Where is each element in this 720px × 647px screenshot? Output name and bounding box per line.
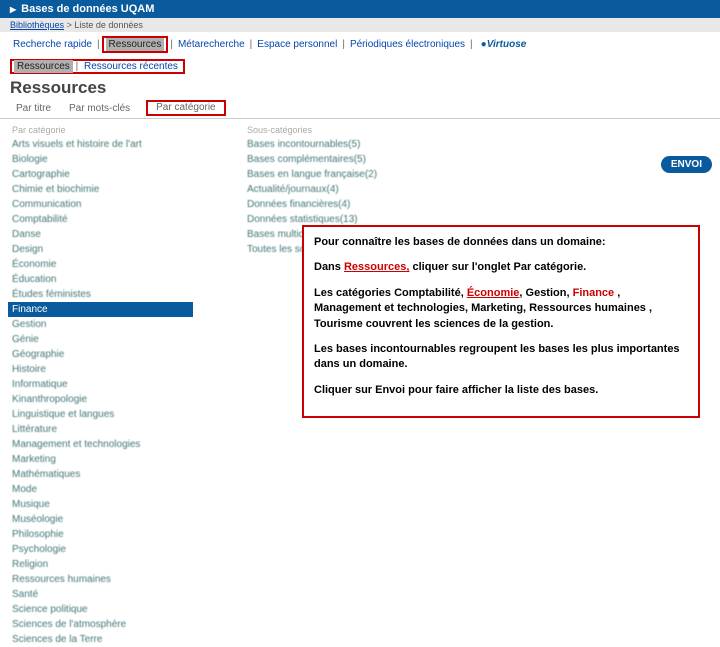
category-item[interactable]: Économie	[8, 257, 193, 272]
subcategory-item[interactable]: Bases incontournables(5)	[243, 137, 426, 152]
category-item[interactable]: Arts visuels et histoire de l'art	[8, 137, 193, 152]
category-item[interactable]: Comptabilité	[8, 212, 193, 227]
subtab-ressources[interactable]: Ressources	[14, 60, 73, 73]
category-item[interactable]: Sciences de la Terre	[8, 632, 193, 647]
category-item[interactable]: Communication	[8, 197, 193, 212]
category-item[interactable]: Psychologie	[8, 542, 193, 557]
breadcrumb-current: Liste de données	[74, 20, 143, 30]
category-item[interactable]: Marketing	[8, 452, 193, 467]
categories-column: Par catégorie Arts visuels et histoire d…	[8, 123, 193, 647]
tab-ressources[interactable]: Ressources	[106, 38, 165, 51]
category-item[interactable]: Chimie et biochimie	[8, 182, 193, 197]
category-item[interactable]: Finance	[8, 302, 193, 317]
subcategory-item[interactable]: Actualité/journaux(4)	[243, 182, 426, 197]
tab-espace[interactable]: Espace personnel	[254, 38, 340, 51]
category-item[interactable]: Cartographie	[8, 167, 193, 182]
category-item[interactable]: Ressources humaines	[8, 572, 193, 587]
subcategory-item[interactable]: Bases en langue française(2)	[243, 167, 426, 182]
category-item[interactable]: Religion	[8, 557, 193, 572]
category-item[interactable]: Design	[8, 242, 193, 257]
view-tabs: Par titre Par mots-clés Par catégorie	[0, 100, 720, 116]
category-item[interactable]: Gestion	[8, 317, 193, 332]
subcategories-header: Sous-catégories	[243, 123, 426, 137]
top-tabs: Recherche rapide| Ressources| Métarecher…	[0, 32, 720, 57]
breadcrumb: Bibliothèques > Liste de données	[0, 18, 720, 32]
window-title: Bases de données UQAM	[21, 3, 154, 15]
tab-recherche[interactable]: Recherche rapide	[10, 38, 95, 51]
category-item[interactable]: Danse	[8, 227, 193, 242]
brand-logo: ●Virtuose	[481, 39, 527, 50]
tab-metarecherche[interactable]: Métarecherche	[175, 38, 248, 51]
breadcrumb-lib[interactable]: Bibliothèques	[10, 20, 64, 30]
category-item[interactable]: Éducation	[8, 272, 193, 287]
subcategory-item[interactable]: Données financières(4)	[243, 197, 426, 212]
category-item[interactable]: Santé	[8, 587, 193, 602]
envoi-button[interactable]: ENVOI	[661, 156, 712, 173]
category-item[interactable]: Études féministes	[8, 287, 193, 302]
tab-par-titre[interactable]: Par titre	[10, 100, 57, 116]
category-item[interactable]: Mathématiques	[8, 467, 193, 482]
category-item[interactable]: Géographie	[8, 347, 193, 362]
instructions-overlay: Pour connaître les bases de données dans…	[302, 225, 700, 418]
category-item[interactable]: Muséologie	[8, 512, 193, 527]
category-item[interactable]: Mode	[8, 482, 193, 497]
tab-periodiques[interactable]: Périodiques électroniques	[347, 38, 468, 51]
category-item[interactable]: Musique	[8, 497, 193, 512]
category-item[interactable]: Management et technologies	[8, 437, 193, 452]
category-item[interactable]: Kinanthropologie	[8, 392, 193, 407]
category-item[interactable]: Génie	[8, 332, 193, 347]
category-item[interactable]: Sciences de l'atmosphère	[8, 617, 193, 632]
sub-tabs-row: Ressources | Ressources récentes	[0, 57, 720, 76]
category-item[interactable]: Science politique	[8, 602, 193, 617]
triangle-icon: ▶	[10, 5, 16, 14]
categories-header: Par catégorie	[8, 123, 193, 137]
tab-par-mots[interactable]: Par mots-clés	[63, 100, 136, 116]
window-title-bar: ▶ Bases de données UQAM	[0, 0, 720, 18]
category-item[interactable]: Biologie	[8, 152, 193, 167]
tab-par-categorie[interactable]: Par catégorie	[150, 99, 221, 115]
subtab-recentes[interactable]: Ressources récentes	[81, 60, 181, 73]
page-title: Ressources	[0, 76, 720, 100]
category-item[interactable]: Informatique	[8, 377, 193, 392]
category-item[interactable]: Littérature	[8, 422, 193, 437]
category-item[interactable]: Histoire	[8, 362, 193, 377]
subcategory-item[interactable]: Bases complémentaires(5)	[243, 152, 426, 167]
category-item[interactable]: Linguistique et langues	[8, 407, 193, 422]
